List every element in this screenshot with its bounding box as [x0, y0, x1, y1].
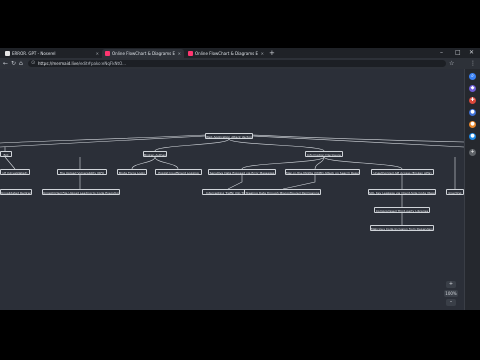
node-sql-leak[interactable]: SQL Key Leakage via Client-Side Code (Re…	[368, 189, 436, 195]
maximize-button[interactable]: □	[455, 48, 461, 57]
node-unrestricted-upload[interactable]: Unrestricted File Upload Leading to Code…	[42, 189, 120, 195]
chatgpt-favicon-icon	[5, 51, 10, 56]
node-compromised-libs[interactable]: Compromised Third-party Libraries	[374, 207, 430, 213]
node-exploit-logging[interactable]: Exploit Insufficient Logging	[155, 169, 202, 175]
new-tab-button[interactable]: +	[269, 49, 275, 57]
node-broken-auth[interactable]: Broken Authentication	[143, 151, 167, 157]
home-icon[interactable]: ⌂	[19, 59, 23, 68]
lock-icon: ⊙	[31, 60, 36, 66]
search-icon[interactable]: ⌕	[469, 73, 476, 80]
tab-strip: ERROR. GPT - Noserel ✕ Online FlowChart …	[0, 48, 480, 58]
tab-mermaid-1[interactable]: Online FlowChart & Diagrams E ✕	[102, 49, 184, 58]
collections-icon[interactable]: ◆	[469, 85, 476, 92]
tab-label: Online FlowChart & Diagrams E	[195, 51, 258, 56]
close-window-button[interactable]: ✕	[469, 48, 474, 57]
favorite-star-icon[interactable]: ☆	[449, 59, 454, 68]
add-icon[interactable]: +	[469, 149, 476, 156]
back-icon[interactable]: ←	[3, 59, 8, 68]
zoom-out-button[interactable]: –	[446, 299, 456, 306]
node-left-mid[interactable]: Lfi (Unvalidated)	[0, 169, 30, 175]
url-text: https://mermaid.live/edit#pako:eNqFkNtO.…	[38, 61, 126, 66]
tab-label: Online FlowChart & Diagrams E	[112, 51, 175, 56]
node-stealing-data[interactable]: Stealing Data through Misconfigured Perm…	[244, 189, 321, 195]
mermaid-favicon-icon	[188, 51, 193, 56]
zoom-in-button[interactable]: +	[446, 281, 456, 288]
tab-chatgpt[interactable]: ERROR. GPT - Noserel ✕	[2, 49, 102, 58]
node-unauth-access[interactable]: Unauthorized API Access (Broken APIs)	[371, 169, 434, 175]
reload-icon[interactable]: ↻	[11, 59, 16, 68]
office-icon[interactable]: ●	[469, 121, 476, 128]
close-tab-icon[interactable]: ✕	[178, 51, 181, 56]
node-mitm[interactable]: Man-in-the-Middle (MitM) Attack on Searc…	[285, 169, 360, 175]
node-brute-force[interactable]: Brute Force Login	[117, 169, 147, 175]
games-icon[interactable]: ●	[469, 109, 476, 116]
browser-window: ERROR. GPT - Noserel ✕ Online FlowChart …	[0, 48, 480, 310]
node-left-far[interactable]: Unvalidated Redirects	[0, 189, 32, 195]
tools-icon[interactable]: ✚	[469, 97, 476, 104]
node-file-upload[interactable]: File Upload Vulnerability (RFI)	[57, 169, 107, 175]
node-info-disclosure[interactable]: Information Disclosure	[305, 151, 343, 157]
close-tab-icon[interactable]: ✕	[96, 51, 99, 56]
tab-mermaid-2[interactable]: Online FlowChart & Diagrams E ✕	[185, 49, 267, 58]
zoom-level-readout: 100%	[444, 290, 458, 297]
node-left-top[interactable]: Bot	[0, 151, 12, 157]
more-menu-icon[interactable]: ⋮	[470, 59, 476, 68]
close-tab-icon[interactable]: ✕	[261, 51, 264, 56]
mermaid-diagram-canvas[interactable]: Web Application Attack Vectors Bot Broke…	[0, 69, 464, 310]
browser-side-panel: ⌕ ◆ ✚ ● ● ● +	[464, 69, 480, 310]
minimize-button[interactable]: –	[440, 48, 443, 57]
node-malicious-code[interactable]: Malicious Code Inclusion from Dependenci…	[370, 225, 434, 231]
node-verbose-errors[interactable]: Sensitive Data Exposed via Error Message…	[208, 169, 276, 175]
node-right-edge[interactable]: Injecting	[446, 189, 464, 195]
tab-label: ERROR. GPT - Noserel	[12, 51, 56, 56]
outlook-icon[interactable]: ●	[469, 133, 476, 140]
address-toolbar: ← ↻ ⌂ ⊙ https://mermaid.live/edit#pako:e…	[0, 58, 480, 69]
mermaid-favicon-icon	[105, 51, 110, 56]
node-root[interactable]: Web Application Attack Vectors	[205, 133, 253, 139]
address-bar[interactable]: ⊙ https://mermaid.live/edit#pako:eNqFkNt…	[28, 60, 446, 67]
